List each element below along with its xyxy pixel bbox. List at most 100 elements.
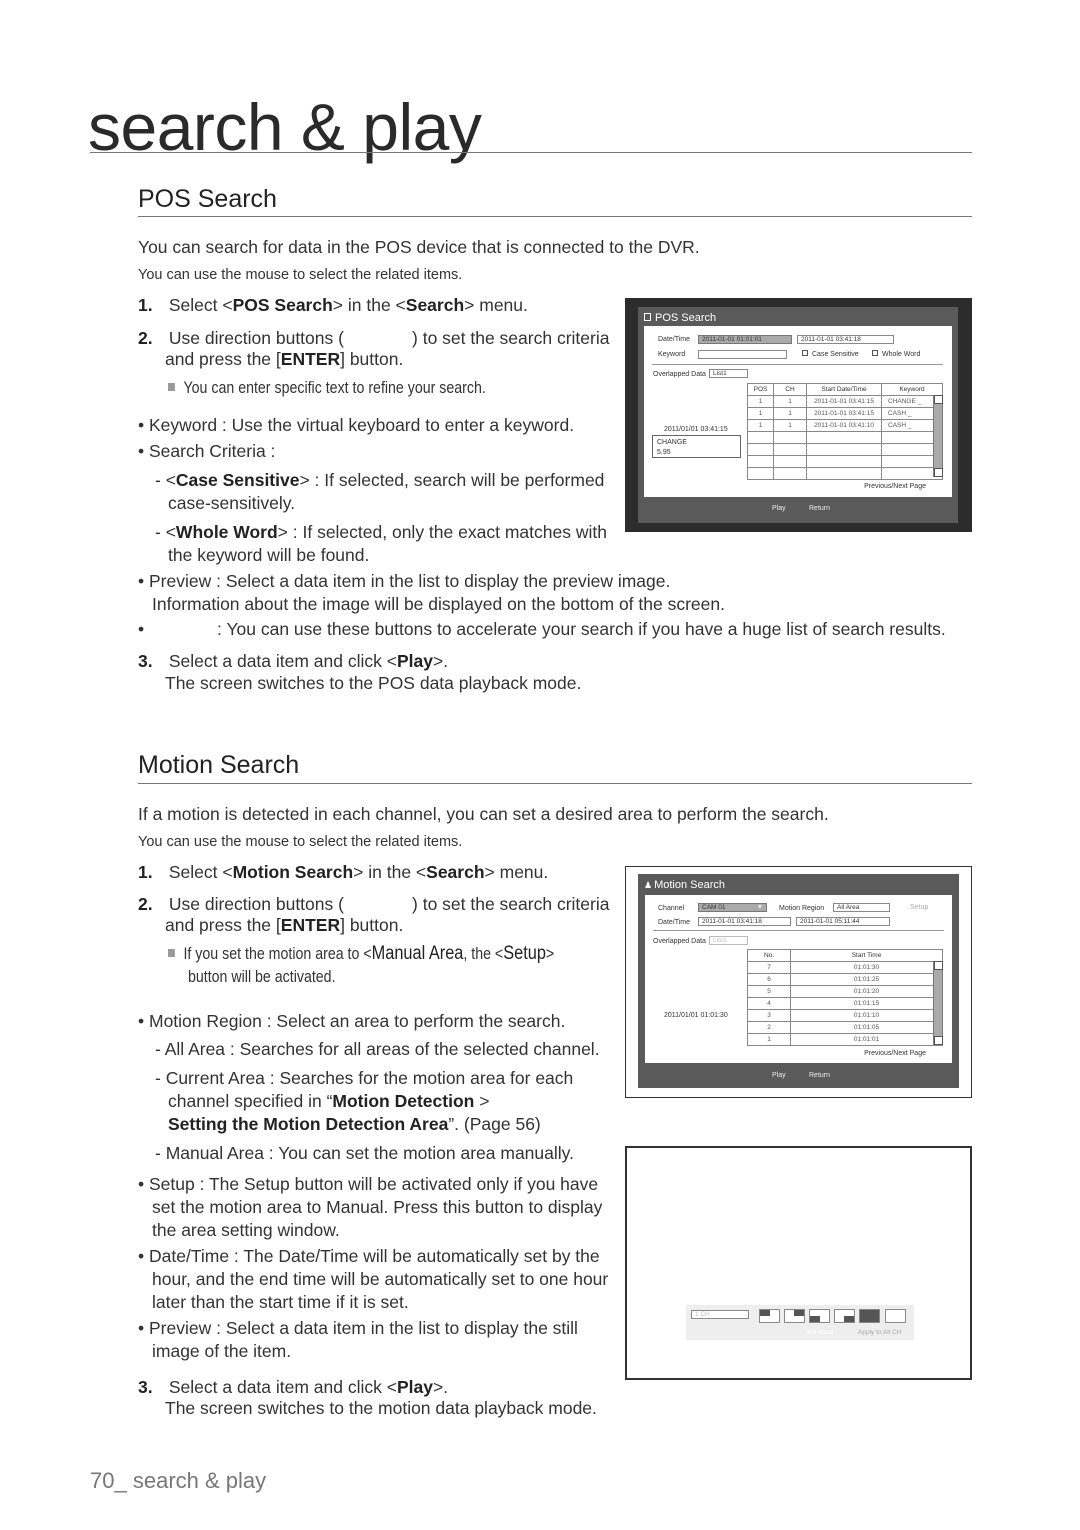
table-row[interactable]: 2 01:01:05	[747, 1021, 943, 1034]
start-datetime-field[interactable]: 2011-01-01 01:01:01	[698, 335, 792, 344]
motion-region-bullet: • Motion Region : Select an area to perf…	[138, 1010, 565, 1032]
channel-select[interactable]: 1 CH	[691, 1310, 749, 1319]
area-top-left-button[interactable]	[759, 1309, 780, 1323]
pos-step-2-cont: and press the [ENTER] button.	[165, 348, 403, 370]
chevron-down-icon: ▼	[756, 904, 763, 911]
setup-button[interactable]: Setup	[910, 903, 928, 912]
pos-search-screenshot: POS Search Date/Time 2011-01-01 01:01:01…	[625, 298, 972, 532]
motion-step-3-cont: The screen switches to the motion data p…	[165, 1397, 597, 1419]
table-row[interactable]: 1 1 2011-01-01 03:41:15 CHANGE _	[747, 395, 943, 408]
table-row[interactable]: 5 01:01:20	[747, 985, 943, 998]
scrollbar[interactable]	[933, 395, 943, 477]
emphasis-text: Search	[405, 295, 465, 315]
area-top-right-button[interactable]	[784, 1309, 805, 1323]
dialog-body: Date/Time 2011-01-01 01:01:01 2011-01-01…	[644, 326, 952, 497]
motion-search-heading: Motion Search	[138, 751, 300, 779]
pos-note: You can enter specific text to refine yo…	[168, 377, 486, 399]
empty-row	[747, 443, 943, 456]
current-area-cont-2: Setting the Motion Detection Area”. (Pag…	[168, 1113, 541, 1135]
table-cell: 5	[747, 985, 791, 998]
note-square-icon	[168, 949, 175, 957]
scroll-up-icon[interactable]	[933, 395, 943, 404]
table-row[interactable]: 1 1 2011-01-01 03:41:10 CASH _	[747, 419, 943, 432]
table-row[interactable]: 7 01:01:30	[747, 961, 943, 974]
case-sensitive-checkbox[interactable]: Case Sensitive	[802, 350, 859, 359]
end-datetime-field[interactable]: 2011-01-01 03:41:18	[797, 335, 894, 344]
area-bottom-left-button[interactable]	[809, 1309, 830, 1323]
text-segment: Use direction buttons ( ) to set the sea…	[164, 328, 610, 348]
emphasis-text: ENTER	[280, 349, 341, 369]
return-button[interactable]: Return	[809, 505, 830, 512]
overlapped-data-select[interactable]: List1	[709, 369, 748, 378]
text-segment: channel specified in “	[168, 1091, 333, 1111]
step-number: 1.	[138, 295, 153, 315]
text-segment: >.	[432, 651, 449, 671]
individual-button[interactable]: Individual	[806, 1328, 833, 1337]
text-segment: • Keyword : Use the virtual keyboard to …	[138, 415, 575, 435]
preview-cont: image of the item.	[152, 1340, 291, 1362]
channel-value: CAM 01	[702, 904, 726, 911]
scroll-down-button[interactable]	[933, 468, 943, 477]
play-button[interactable]: Play	[772, 1072, 786, 1079]
overlapped-data-label: Overlapped Data	[653, 371, 706, 378]
table-row[interactable]: 3 01:01:10	[747, 1009, 943, 1022]
text-segment: - <	[155, 470, 176, 490]
motion-region-select[interactable]: All Area	[833, 903, 890, 912]
text-segment: • Setup : The Setup button will be activ…	[138, 1174, 599, 1194]
table-cell: 01:01:15	[790, 997, 943, 1010]
preview-box: CHANGE 5.95	[652, 435, 741, 458]
motion-heading-divider	[138, 783, 972, 784]
whole-word-checkbox[interactable]: Whole Word	[872, 350, 920, 359]
preview-time: 2011/01/01 01:01:30	[664, 1012, 728, 1019]
motion-step-3: 3. Select a data item and click <Play>.	[138, 1376, 448, 1398]
text-segment: > : If selected, search will be performe…	[299, 470, 605, 490]
table-row[interactable]: 1 01:01:01	[747, 1033, 943, 1046]
scroll-down-button[interactable]	[933, 1036, 943, 1045]
motion-step-1: 1. Select <Motion Search> in the <Search…	[138, 861, 548, 883]
area-bottom-right-button[interactable]	[834, 1309, 855, 1323]
start-datetime-field[interactable]: 2011-01-01 03:41:18	[698, 917, 791, 926]
text-segment: hour, and the end time will be automatic…	[152, 1269, 609, 1289]
page-number: 70_	[90, 1468, 127, 1493]
area-clear-button[interactable]	[885, 1309, 906, 1323]
pos-page-buttons-bullet: • : You can use these buttons to acceler…	[138, 618, 946, 640]
motion-mouse-note: You can use the mouse to select the rela…	[138, 834, 463, 850]
apply-to-all-button[interactable]: Apply to All CH	[858, 1328, 901, 1337]
return-button[interactable]: Return	[809, 1072, 830, 1079]
text-segment: , the <	[463, 945, 504, 963]
previous-next-page-button[interactable]: Previous/Next Page	[864, 482, 926, 491]
table-row[interactable]: 1 1 2011-01-01 03:41:15 CASH _	[747, 407, 943, 420]
setup-bullet: • Setup : The Setup button will be activ…	[138, 1173, 598, 1195]
keyword-input[interactable]	[698, 350, 787, 359]
pos-results-table: POS CH Start Date/Time Keyword 1 1 2011-01-01…	[747, 383, 943, 480]
table-row[interactable]: 4 01:01:15	[747, 997, 943, 1010]
pos-criteria-bullet: • Search Criteria :	[138, 440, 275, 462]
table-row[interactable]: 6 01:01:25	[747, 973, 943, 986]
page-title: search & play	[88, 90, 482, 164]
motion-step-2: 2. Use direction buttons ( ) to set the …	[138, 893, 609, 915]
pos-search-heading: POS Search	[138, 185, 277, 213]
text-segment: Use direction buttons ( ) to set the sea…	[164, 894, 610, 914]
table-cell: 2011-01-01 03:41:15	[806, 407, 882, 420]
emphasis-text: Case Sensitive	[175, 470, 300, 490]
dialog-title: Motion Search	[654, 879, 726, 891]
text-segment: • Motion Region : Select an area to perf…	[138, 1011, 566, 1031]
text-segment: > in the <	[353, 862, 427, 882]
overlapped-data-select[interactable]: List1	[709, 936, 748, 945]
step-number: 3.	[138, 1377, 153, 1397]
text-segment: The screen switches to the POS data play…	[165, 673, 582, 693]
play-button[interactable]: Play	[772, 505, 786, 512]
table-cell: 2011-01-01 03:41:15	[806, 395, 882, 408]
note-square-icon	[168, 383, 175, 391]
area-select-all-button[interactable]	[859, 1309, 880, 1323]
end-datetime-field[interactable]: 2011-01-01 05:11:44	[796, 917, 890, 926]
pos-preview-bullet: • Preview : Select a data item in the li…	[138, 570, 670, 592]
text-segment: case-sensitively.	[168, 493, 296, 513]
scrollbar[interactable]	[933, 961, 943, 1045]
scroll-up-icon[interactable]	[933, 961, 943, 970]
channel-dropdown[interactable]: CAM 01 ▼	[698, 903, 767, 912]
previous-next-page-button[interactable]: Previous/Next Page	[864, 1049, 926, 1058]
table-cell: 2	[747, 1021, 791, 1034]
table-cell: 01:01:05	[790, 1021, 943, 1034]
emphasis-text: Whole Word	[175, 522, 278, 542]
